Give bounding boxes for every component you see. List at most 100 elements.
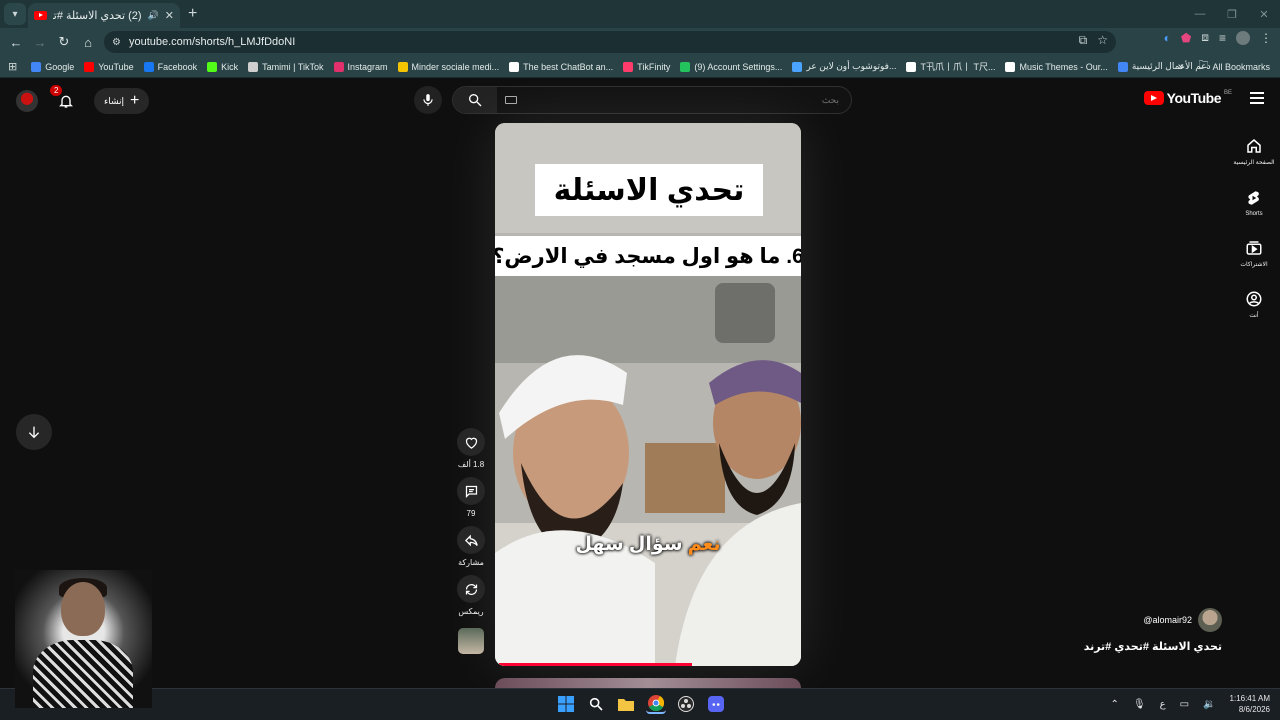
back-button[interactable]: ← xyxy=(4,30,28,54)
bookmarks-overflow-icon[interactable]: » xyxy=(1178,61,1184,73)
extension-shield-icon[interactable]: ⬟ xyxy=(1181,31,1191,45)
maximize-button[interactable]: ❐ xyxy=(1216,0,1248,28)
like-count: 1.8 ألف xyxy=(457,460,485,469)
folder-icon xyxy=(618,699,634,711)
apps-grid-icon[interactable]: ⊞ xyxy=(8,60,17,73)
microphone-icon[interactable]: 🎙 xyxy=(1133,699,1146,710)
home-icon xyxy=(1247,139,1261,153)
bookmark-item[interactable]: (9) Account Settings... xyxy=(680,61,782,72)
extensions-puzzle-icon[interactable]: ⧈ xyxy=(1201,30,1209,45)
volume-icon[interactable]: 🔉 xyxy=(1203,699,1215,710)
shorts-icon xyxy=(1248,190,1259,205)
discord-icon xyxy=(708,696,724,712)
address-bar[interactable]: ⚙ youtube.com/shorts/h_LMJfDdoNI ⧉ ☆ xyxy=(104,31,1116,53)
mini-guide: الصفحة الرئيسية Shorts الاشتراكات أنت xyxy=(1228,126,1280,330)
tab-title: (2) تحدي الاسئلة #تحدي #ترند xyxy=(53,10,142,22)
shorts-actions: 1.8 ألف 79 مشاركة ريمكس xyxy=(455,428,487,662)
video-progress-bar[interactable] xyxy=(499,663,692,666)
install-app-icon[interactable]: ⧉ xyxy=(1079,33,1088,48)
next-video-button[interactable] xyxy=(16,414,52,450)
bookmark-favicon-icon xyxy=(207,61,218,72)
guide-item-shorts[interactable]: Shorts xyxy=(1228,177,1280,228)
bookmark-favicon-icon xyxy=(1117,61,1128,72)
bookmark-favicon-icon xyxy=(792,61,803,72)
bookmark-favicon-icon xyxy=(84,61,95,72)
guide-item-subscriptions[interactable]: الاشتراكات xyxy=(1228,228,1280,279)
bookmark-item[interactable]: Instagram xyxy=(333,61,388,72)
comments-button[interactable] xyxy=(457,477,485,505)
browser-title-bar: ▾ (2) تحدي الاسئلة #تحدي #ترند 🔊 ✕ + — ❐… xyxy=(0,0,1280,28)
chevron-up-icon[interactable]: ⌃ xyxy=(1111,699,1119,710)
youtube-logo[interactable]: YouTube BE xyxy=(1143,90,1232,106)
home-button[interactable]: ⌂ xyxy=(76,30,100,54)
bookmark-item[interactable]: YouTube xyxy=(84,61,134,72)
input-language[interactable]: ع xyxy=(1160,699,1166,710)
site-info-icon[interactable]: ⚙ xyxy=(112,37,121,48)
minimize-button[interactable]: — xyxy=(1184,0,1216,28)
video-title: تحدي الاسئلة #تحدي #ترند xyxy=(1083,641,1222,653)
channel-avatar[interactable] xyxy=(1198,608,1222,632)
tab-audio-icon[interactable]: 🔊 xyxy=(148,10,159,21)
forward-button[interactable]: → xyxy=(28,30,52,54)
close-window-button[interactable]: ✕ xyxy=(1248,0,1280,28)
browser-menu-icon[interactable]: ⋮ xyxy=(1260,31,1272,45)
bookmark-star-icon[interactable]: ☆ xyxy=(1097,33,1108,48)
remix-icon xyxy=(465,583,477,595)
channel-handle[interactable]: @alomair92 xyxy=(1143,615,1192,625)
start-button[interactable] xyxy=(556,694,576,714)
keyboard-icon[interactable] xyxy=(505,96,517,104)
browser-tab[interactable]: (2) تحدي الاسئلة #تحدي #ترند 🔊 ✕ xyxy=(28,3,180,28)
overlay-title: تحدي الاسئلة xyxy=(535,164,763,216)
remix-button[interactable] xyxy=(457,575,485,603)
bookmark-item[interactable]: Google xyxy=(31,61,74,72)
bookmark-favicon-icon xyxy=(680,61,691,72)
bookmark-item[interactable]: دعم الأعمال الرئيسية xyxy=(1117,61,1211,72)
extension-audio-icon[interactable]: ◐ xyxy=(1164,31,1171,45)
guide-menu-icon[interactable] xyxy=(1250,92,1264,104)
discord-taskbar-button[interactable] xyxy=(706,694,726,714)
notifications-button[interactable]: 2 xyxy=(50,85,76,111)
reload-button[interactable]: ↻ xyxy=(52,30,76,54)
network-icon[interactable]: ▭ xyxy=(1180,699,1189,710)
bookmark-item[interactable]: Minder sociale medi... xyxy=(397,61,499,72)
search-button[interactable] xyxy=(453,87,497,113)
guide-item-you[interactable]: أنت xyxy=(1228,279,1280,330)
bookmark-favicon-icon xyxy=(143,61,154,72)
tab-close-button[interactable]: ✕ xyxy=(165,9,174,22)
voice-search-button[interactable] xyxy=(414,86,442,114)
create-button[interactable]: إنشاء + xyxy=(94,88,150,114)
bookmark-item[interactable]: Kick xyxy=(207,61,238,72)
bookmark-favicon-icon xyxy=(1005,61,1016,72)
obs-taskbar-button[interactable] xyxy=(676,694,696,714)
youtube-shorts-page: 2 إنشاء + YouTube BE الصفحة الرئيسية Sho… xyxy=(0,78,1280,692)
bookmark-favicon-icon xyxy=(509,61,520,72)
sound-thumbnail[interactable] xyxy=(458,628,484,654)
bookmark-item[interactable]: T卂爪丨爪丨 T尺... xyxy=(906,60,995,73)
bookmark-item[interactable]: Facebook xyxy=(143,61,197,72)
share-button[interactable] xyxy=(457,526,485,554)
bookmark-item[interactable]: TikFinity xyxy=(623,61,670,72)
bookmark-item[interactable]: فوتوشوب أون لاين عر... xyxy=(792,61,896,72)
search-input[interactable] xyxy=(517,87,851,113)
chrome-taskbar-button[interactable] xyxy=(646,694,666,714)
taskbar-search-button[interactable] xyxy=(586,694,606,714)
guide-item-home[interactable]: الصفحة الرئيسية xyxy=(1228,126,1280,177)
you-icon xyxy=(1246,291,1262,307)
file-explorer-button[interactable] xyxy=(616,694,636,714)
new-tab-button[interactable]: + xyxy=(188,5,197,23)
system-clock[interactable]: 1:16:41 AM 8/6/2026 xyxy=(1230,693,1270,715)
account-avatar[interactable] xyxy=(16,90,38,112)
bookmark-item[interactable]: The best ChatBot an... xyxy=(509,61,613,72)
bookmark-item[interactable]: Music Themes - Our... xyxy=(1005,61,1108,72)
all-bookmarks-button[interactable]: 🗀 All Bookmarks xyxy=(1198,58,1270,75)
profile-avatar-icon[interactable] xyxy=(1236,30,1250,45)
like-button[interactable] xyxy=(457,428,485,456)
tab-search-button[interactable]: ▾ xyxy=(4,3,26,25)
shorts-video-player[interactable]: تحدي الاسئلة 6. ما هو اول مسجد في الارض؟… xyxy=(495,123,801,666)
subscriptions-icon xyxy=(1246,241,1262,255)
overlay-question: 6. ما هو اول مسجد في الارض؟ xyxy=(495,236,801,276)
windows-start-icon xyxy=(558,696,574,712)
media-control-icon[interactable]: ≡ xyxy=(1219,31,1226,45)
bookmark-item[interactable]: Tamimi | TikTok xyxy=(248,61,324,72)
microphone-icon xyxy=(423,94,433,106)
